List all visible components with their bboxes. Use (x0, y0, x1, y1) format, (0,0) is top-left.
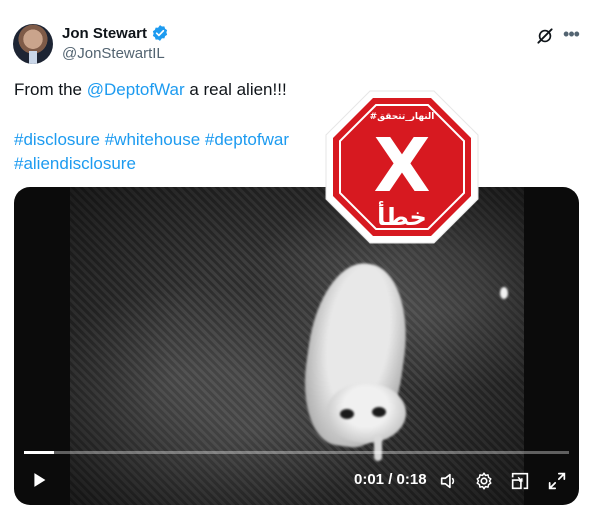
author-name[interactable]: Jon Stewart (62, 25, 147, 42)
video-subject-eye (372, 407, 386, 417)
video-subject-head (326, 383, 406, 443)
stamp-x-mark: X (373, 123, 430, 209)
stamp-top-text: #النهار_تتحقق (370, 112, 435, 122)
tweet-text-before: From the (14, 80, 87, 99)
mention-link[interactable]: @DeptofWar (87, 80, 185, 99)
verified-badge-icon (152, 25, 168, 41)
video-subject-tail (374, 435, 382, 461)
play-icon[interactable] (28, 469, 50, 491)
video-progress-fill (24, 451, 54, 454)
author-name-row: Jon Stewart (62, 24, 169, 42)
volume-icon[interactable] (438, 470, 460, 492)
tweet-text: From the @DeptofWar a real alien!!! (14, 80, 287, 100)
avatar[interactable] (13, 24, 53, 64)
author-handle[interactable]: @JonStewartIL (62, 45, 165, 62)
settings-icon[interactable] (473, 470, 495, 492)
more-icon[interactable]: ••• (561, 25, 581, 45)
fact-check-stamp: #النهار_تتحقق X خطأ (325, 90, 479, 244)
video-time: 0:01 / 0:18 (354, 471, 427, 488)
grok-icon[interactable] (535, 26, 555, 46)
fullscreen-icon[interactable] (546, 470, 568, 492)
pip-icon[interactable] (509, 470, 531, 492)
video-light-spot (500, 287, 508, 299)
hashtag-line[interactable]: #disclosure #whitehouse #deptofwar (14, 128, 334, 152)
video-player[interactable]: 0:01 / 0:18 (14, 187, 579, 505)
video-progress-bar[interactable] (24, 451, 569, 454)
video-subject-eye (340, 409, 354, 419)
tweet-text-after: a real alien!!! (184, 80, 287, 99)
hashtag-line[interactable]: #aliendisclosure (14, 152, 334, 176)
stamp-verdict: خطأ (377, 201, 427, 231)
hashtag-block: #disclosure #whitehouse #deptofwar #alie… (14, 128, 334, 176)
